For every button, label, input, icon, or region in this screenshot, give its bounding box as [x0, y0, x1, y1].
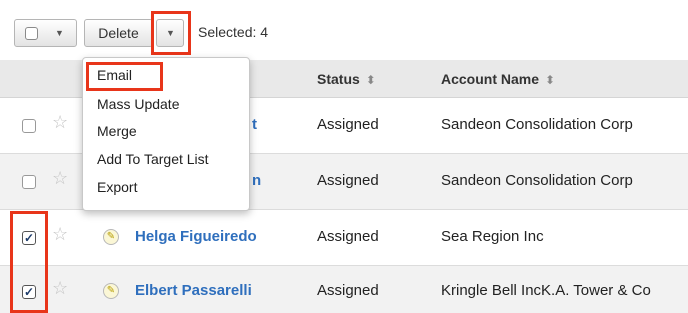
selected-count: Selected: 4	[198, 24, 269, 40]
row-checkbox[interactable]	[22, 175, 36, 189]
menu-item-mass-update[interactable]: Mass Update	[97, 96, 179, 112]
status-cell: Assigned	[317, 282, 379, 299]
account-name-cell: Sandeon Consolidation Corp	[441, 116, 633, 133]
column-header-account-name[interactable]: Account Name ⬍	[441, 71, 555, 87]
select-all-checkbox[interactable]	[25, 27, 38, 40]
pencil-icon[interactable]: ✎	[103, 229, 119, 245]
checked-rows-highlight	[10, 211, 48, 313]
record-name-link[interactable]: n	[252, 172, 261, 189]
favorite-star-icon[interactable]: ☆	[52, 278, 68, 299]
chevron-down-icon: ▼	[55, 28, 64, 38]
status-cell: Assigned	[317, 228, 379, 245]
column-header-status[interactable]: Status ⬍	[317, 71, 376, 87]
status-cell: Assigned	[317, 172, 379, 189]
account-name-cell: Sandeon Consolidation Corp	[441, 172, 633, 189]
favorite-star-icon[interactable]: ☆	[52, 224, 68, 245]
column-header-status-label: Status	[317, 71, 360, 87]
sort-icon[interactable]: ⬍	[366, 73, 376, 87]
menu-item-export[interactable]: Export	[97, 179, 137, 195]
actions-dropdown-highlight	[151, 11, 191, 55]
favorite-star-icon[interactable]: ☆	[52, 112, 68, 133]
delete-button[interactable]: Delete	[84, 19, 153, 47]
table-row: ✓ ☆ ✎ Helga Figueiredo Assigned Sea Regi…	[0, 210, 688, 266]
column-header-account-label: Account Name	[441, 71, 540, 87]
pencil-icon[interactable]: ✎	[103, 283, 119, 299]
table-row: ✓ ☆ ✎ Elbert Passarelli Assigned Kringle…	[0, 266, 688, 313]
list-toolbar: ▼ Delete ▼ Selected: 4	[0, 0, 688, 60]
row-checkbox[interactable]	[22, 119, 36, 133]
favorite-star-icon[interactable]: ☆	[52, 168, 68, 189]
record-name-link[interactable]: Helga Figueiredo	[135, 228, 257, 245]
record-name-link[interactable]: Elbert Passarelli	[135, 282, 252, 299]
menu-item-merge[interactable]: Merge	[97, 123, 137, 139]
record-name-link[interactable]: t	[252, 116, 257, 133]
account-name-cell: Kringle Bell IncK.A. Tower & Co	[441, 282, 651, 299]
delete-button-label: Delete	[98, 25, 139, 41]
sort-icon[interactable]: ⬍	[545, 73, 555, 87]
status-cell: Assigned	[317, 116, 379, 133]
email-item-highlight	[86, 62, 163, 91]
menu-item-add-to-target-list[interactable]: Add To Target List	[97, 151, 209, 167]
account-name-cell: Sea Region Inc	[441, 228, 544, 245]
select-all-dropdown[interactable]: ▼	[14, 19, 77, 47]
